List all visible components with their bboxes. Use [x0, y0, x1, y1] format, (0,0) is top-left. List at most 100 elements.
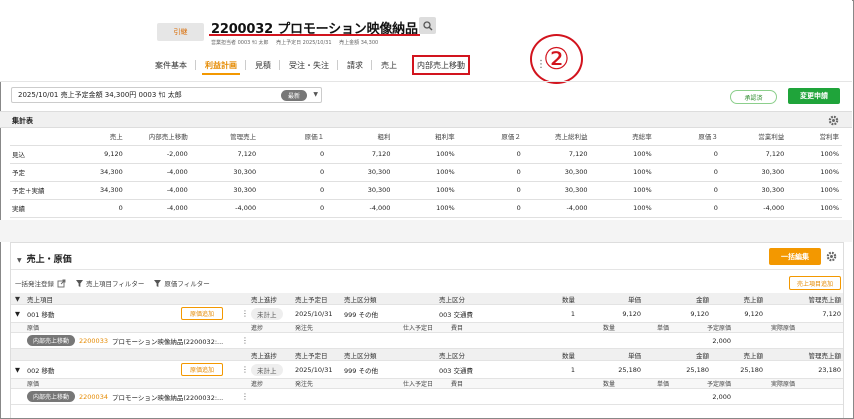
summary-cell: 9,120 — [49, 145, 126, 164]
sched-date: 2025/10/31 — [295, 365, 333, 374]
cost-item-row: 内部売上移動 2200034 プロモーション映像納品(2200032:... ⋮ 2,0… — [11, 389, 843, 405]
chevron-down-icon[interactable]: ▼ — [15, 305, 23, 322]
search-button[interactable] — [419, 17, 436, 34]
col-header: 数量 — [562, 351, 575, 360]
col-header: 売上区分 — [439, 295, 465, 304]
more-icon[interactable]: ⋮ — [241, 336, 249, 345]
chevron-down-icon[interactable]: ▼ — [17, 257, 22, 264]
bulk-edit-button[interactable]: 一括編集 — [769, 248, 821, 265]
sales-category: 003 交通費 — [439, 366, 473, 375]
summary-cell: 7,120 — [720, 145, 788, 164]
col-header: 管理売上 — [190, 128, 260, 146]
col-header: 売上区分類 — [344, 351, 377, 360]
row-menu[interactable]: ⋮ — [241, 333, 249, 348]
col-header: 売上予定日 — [295, 351, 328, 360]
gear-icon[interactable] — [828, 115, 839, 126]
progress-cell: 未計上 — [251, 361, 291, 378]
summary-cell: 100% — [787, 199, 842, 218]
summary-cell: 0 — [654, 145, 721, 164]
bulk-order-button[interactable]: 一括発注登録 — [15, 278, 66, 288]
col-header: 進捗 — [251, 381, 264, 388]
summary-cell: -4,000 — [523, 199, 591, 218]
col-header: 売上額 — [743, 295, 764, 304]
summary-cell: 100% — [590, 145, 655, 164]
summary-cell: -2,000 — [125, 145, 191, 164]
sales-class: 999 その他 — [344, 366, 378, 375]
summary-cell: -4,000 — [190, 199, 260, 218]
summary-cell: -4,000 — [125, 181, 191, 200]
col-header: 単価 — [628, 351, 641, 360]
summary-cell: 0 — [259, 181, 328, 200]
col-header: 発注先 — [295, 325, 314, 332]
chevron-down-icon: ▼ — [313, 91, 318, 98]
col-header: 数量 — [602, 381, 615, 388]
summary-cell: 0 — [259, 145, 328, 164]
summary-cell: 0 — [654, 163, 721, 182]
tab-internal-transfer[interactable]: 内部売上移動 — [412, 55, 470, 75]
cost-description: プロモーション映像納品(2200032:... — [111, 393, 224, 402]
summary-cell: 7,120 — [327, 145, 394, 164]
tab-order[interactable]: 受注・失注 — [280, 55, 338, 75]
change-request-button[interactable]: 変更申請 — [788, 88, 840, 104]
col-header: 単価 — [628, 295, 641, 304]
row-menu[interactable]: ⋮ — [241, 389, 249, 404]
summary-cell: 100% — [787, 145, 842, 164]
summary-row: 見込 9,120 -2,000 7,120 0 7,120 100% 0 7,120 100% 0 7… — [10, 145, 842, 164]
tab-basic[interactable]: 案件基本 — [146, 55, 196, 75]
add-sales-item-button[interactable]: 売上項目追加 — [789, 276, 841, 290]
sales-filter-button[interactable]: 売上項目フィルター — [76, 278, 144, 288]
row-menu[interactable]: ⋮ — [241, 305, 249, 322]
tab-sales[interactable]: 売上 — [372, 55, 406, 75]
project-header: 引継 2200032 プロモーション映像納品 営業担当者 0003 ｻﾛ 太郎 … — [0, 0, 852, 84]
filter-icon — [76, 279, 83, 287]
col-header: 原価１ — [259, 128, 328, 146]
handover-badge[interactable]: 引継 — [157, 23, 204, 41]
chevron-down-icon[interactable]: ▼ — [15, 361, 23, 378]
summary-cell: 30,300 — [720, 163, 788, 182]
section-title[interactable]: ▼ 売上・原価 — [17, 252, 72, 265]
col-header: 原価２ — [457, 128, 524, 146]
col-header: 進捗 — [251, 325, 264, 332]
col-header: 原価 — [27, 325, 40, 332]
col-header: 管理売上額 — [808, 351, 842, 360]
summary-cell: 30,300 — [523, 181, 591, 200]
add-cost-cell[interactable]: 原価追加 — [181, 305, 237, 322]
add-cost-button[interactable]: 原価追加 — [181, 363, 224, 376]
qty: 1 — [570, 365, 575, 374]
version-select[interactable]: 2025/10/01 売上予定金額 34,300円 0003 ｻﾛ 太郎 最新 … — [11, 87, 322, 103]
add-cost-button[interactable]: 原価追加 — [181, 307, 224, 320]
sales-amount: 25,180 — [740, 365, 763, 374]
internal-transfer-tag: 内部売上移動 — [27, 391, 76, 402]
col-header: 売上 — [49, 128, 126, 146]
col-header: 費目 — [451, 325, 464, 332]
sales-rep: 営業担当者 0003 ｻﾛ 太郎 — [211, 40, 269, 46]
summary-cell: 100% — [787, 163, 842, 182]
col-header: 原価３ — [654, 128, 721, 146]
col-header: 売上区分類 — [344, 295, 377, 304]
more-icon[interactable]: ⋮ — [241, 365, 249, 374]
chevron-down-icon[interactable]: ▼ — [15, 293, 23, 304]
gear-icon[interactable] — [826, 251, 837, 262]
sales-item-row: ▼ 002 移動 原価追加 ⋮ 未計上 2025/10/31 999 その他 003 交通費 1… — [11, 361, 843, 379]
qty: 1 — [570, 309, 575, 318]
cost-filter-label: 原価フィルター — [164, 280, 210, 288]
transfer-code-link[interactable]: 2200033 — [79, 337, 108, 345]
row-label: 実績 — [10, 199, 50, 218]
row-menu[interactable]: ⋮ — [241, 361, 249, 378]
tab-profit-plan[interactable]: 利益計画 — [196, 55, 246, 75]
cost-filter-button[interactable]: 原価フィルター — [154, 278, 210, 288]
add-cost-cell[interactable]: 原価追加 — [181, 361, 237, 378]
cost-header-row: 原価 進捗 発注先 仕入予定日 費目 数量 単価 予定原価 実際原価 — [11, 323, 843, 333]
transfer-code-link[interactable]: 2200034 — [79, 393, 108, 401]
col-header: 売上額 — [743, 351, 764, 360]
more-icon[interactable]: ⋮ — [241, 392, 249, 401]
summary-cell: 100% — [393, 163, 458, 182]
tab-estimate[interactable]: 見積 — [246, 55, 280, 75]
cost-info-cell: 内部売上移動 2200033 プロモーション映像納品(2200032:... — [27, 333, 247, 348]
cost-description: プロモーション映像納品(2200032:... — [111, 337, 224, 346]
section-title-text: 売上・原価 — [26, 255, 72, 265]
planned-cost: 2,000 — [712, 336, 731, 345]
more-icon[interactable]: ⋮ — [241, 309, 249, 318]
tab-billing[interactable]: 請求 — [338, 55, 372, 75]
summary-cell: 0 — [457, 199, 524, 218]
